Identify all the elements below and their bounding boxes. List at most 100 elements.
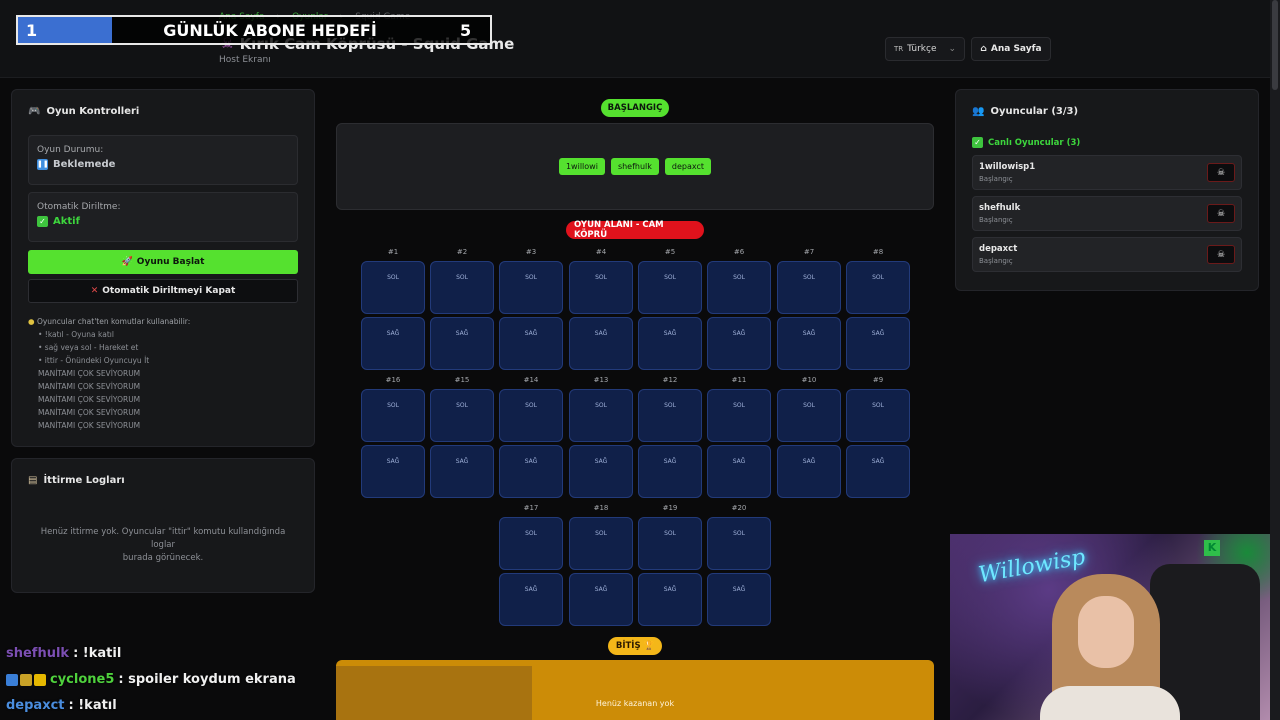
step-number: #7 (803, 248, 815, 256)
webcam-overlay: Willowisp K (950, 534, 1280, 720)
glass-tile-right: SAĞ (499, 573, 563, 626)
logs-title: ▤ İttirme Logları (28, 475, 298, 486)
house-icon: ⌂ (980, 44, 987, 54)
game-status-label: Oyun Durumu: (37, 145, 104, 155)
players-title: 👥 Oyuncular (3/3) (972, 106, 1242, 117)
auto-revive-value: ✓ Aktif (37, 216, 289, 227)
language-select[interactable]: TR Türkçe ⌄ (885, 37, 965, 61)
check-icon: ✓ (37, 216, 48, 227)
streamer-face (1078, 596, 1134, 668)
kick-logo-icon: K (1204, 540, 1220, 556)
glass-tile-left: SOL (707, 261, 771, 314)
logs-empty-line: burada görünecek. (122, 553, 204, 563)
lightbulb-icon: ● (28, 317, 35, 326)
glass-tile-left: SOL (569, 517, 633, 570)
help-item: MANİTAMI ÇOK SEVİYORUM (38, 421, 141, 430)
controls-title: 🎮 Oyun Kontrolleri (28, 106, 298, 117)
glass-tile-right: SAĞ (499, 317, 563, 370)
player-name: depaxct (979, 244, 1018, 254)
close-icon: ✕ (90, 286, 99, 296)
auto-revive-card: Otomatik Diriltme: ✓ Aktif (28, 192, 298, 242)
step-number: #10 (801, 376, 817, 384)
glass-tile-right: SAĞ (638, 445, 702, 498)
glass-tile-left: SOL (430, 389, 494, 442)
skull-crossbones-icon: ☠ (1216, 167, 1226, 178)
goal-title: GÜNLÜK ABONE HEDEFİ (163, 20, 377, 40)
chat-username: depaxct (6, 698, 65, 713)
help-item: MANİTAMI ÇOK SEVİYORUM (38, 369, 141, 378)
scrollbar-thumb[interactable] (1272, 0, 1278, 90)
live-players-heading-text: Canlı Oyuncular (3) (988, 137, 1081, 148)
chat-badges (6, 673, 46, 686)
game-area-pill: OYUN ALANI - CAM KÖPRÜ (566, 220, 704, 240)
step-number: #11 (731, 376, 747, 384)
glass-tile-right: SAĞ (707, 317, 771, 370)
step-number: #2 (456, 248, 468, 256)
start-game-label: Oyunu Başlat (136, 257, 205, 267)
chat-username: shefhulk (6, 646, 70, 661)
glass-tile-left: SOL (499, 261, 563, 314)
kick-player-button[interactable]: ☠ (1207, 163, 1235, 182)
kick-player-button[interactable]: ☠ (1207, 245, 1235, 264)
step-number: #1 (387, 248, 399, 256)
check-icon: ✓ (972, 137, 983, 148)
glass-tile-left: SOL (430, 261, 494, 314)
player-status: Başlangıç (979, 216, 1013, 224)
step-number: #12 (662, 376, 678, 384)
chevron-down-icon: ⌄ (948, 44, 956, 54)
step-number: #20 (731, 504, 747, 512)
glass-tile-right: SAĞ (361, 445, 425, 498)
glass-tile-left: SOL (499, 517, 563, 570)
glass-tile-left: SOL (569, 389, 633, 442)
glass-tile-left: SOL (777, 261, 841, 314)
glass-tile-right: SAĞ (430, 317, 494, 370)
start-game-button[interactable]: 🚀 Oyunu Başlat (28, 250, 298, 274)
logs-empty-line: Henüz ittirme yok. Oyuncular "ittir" kom… (40, 527, 286, 550)
step-number: #13 (593, 376, 609, 384)
kick-player-button[interactable]: ☠ (1207, 204, 1235, 223)
player-status: Başlangıç (979, 175, 1013, 183)
glass-tile-left: SOL (569, 261, 633, 314)
help-item: MANİTAMI ÇOK SEVİYORUM (38, 382, 141, 391)
glass-tile-left: SOL (707, 517, 771, 570)
subscriber-goal-overlay: 1 GÜNLÜK ABONE HEDEFİ 5 (16, 15, 492, 45)
game-status-text: Beklemede (53, 159, 116, 170)
glass-tile-left: SOL (777, 389, 841, 442)
help-item: • ittir - Önündeki Oyuncuyu İt (38, 356, 150, 365)
chat-text: : !katil (73, 646, 122, 661)
game-status-card: Oyun Durumu: ❚❚ Beklemede (28, 135, 298, 185)
glass-tile-right: SAĞ (569, 573, 633, 626)
goal-target: 5 (460, 20, 472, 40)
finish-left-block (336, 666, 532, 720)
glass-tile-right: SAĞ (638, 573, 702, 626)
disable-auto-revive-button[interactable]: ✕ Otomatik Diriltmeyi Kapat (28, 279, 298, 303)
help-head-text: Oyuncular chat'ten komutlar kullanabilir… (36, 317, 191, 326)
push-logs-panel: ▤ İttirme Logları Henüz ittirme yok. Oyu… (11, 458, 315, 593)
step-number: #9 (872, 376, 884, 384)
help-item: • !katıl - Oyuna katıl (38, 330, 114, 339)
players-title-text: Oyuncular (3/3) (990, 106, 1079, 117)
clipboard-icon: ▤ (28, 475, 38, 486)
player-row: shefhulk Başlangıç ☠ (972, 196, 1242, 231)
glass-tile-left: SOL (846, 389, 910, 442)
chat-message: shefhulk : !katil (6, 646, 121, 661)
page-scrollbar[interactable] (1270, 0, 1280, 720)
finish-status: Henüz kazanan yok (595, 699, 675, 708)
glass-tile-right: SAĞ (846, 317, 910, 370)
trophy-icon: 🏆 (643, 641, 655, 651)
glass-tile-left: SOL (638, 517, 702, 570)
step-number: #3 (525, 248, 537, 256)
home-button[interactable]: ⌂ Ana Sayfa (971, 37, 1051, 61)
pause-icon: ❚❚ (37, 159, 49, 170)
crown-icon (34, 673, 46, 686)
players-panel: 👥 Oyuncular (3/3) ✓ Canlı Oyuncular (3) … (955, 89, 1259, 291)
help-item: • sağ veya sol - Hareket et (38, 343, 139, 352)
game-controls-panel: 🎮 Oyun Kontrolleri Oyun Durumu: ❚❚ Bekle… (11, 89, 315, 447)
step-number: #4 (595, 248, 607, 256)
start-player-chip: depaxct (664, 158, 712, 175)
skull-crossbones-icon: ☠ (1216, 208, 1226, 219)
glass-tile-right: SAĞ (707, 445, 771, 498)
streamer-shirt (1040, 686, 1180, 720)
chat-text: : !katıl (68, 698, 117, 713)
chat-message: depaxct : !katıl (6, 698, 117, 713)
